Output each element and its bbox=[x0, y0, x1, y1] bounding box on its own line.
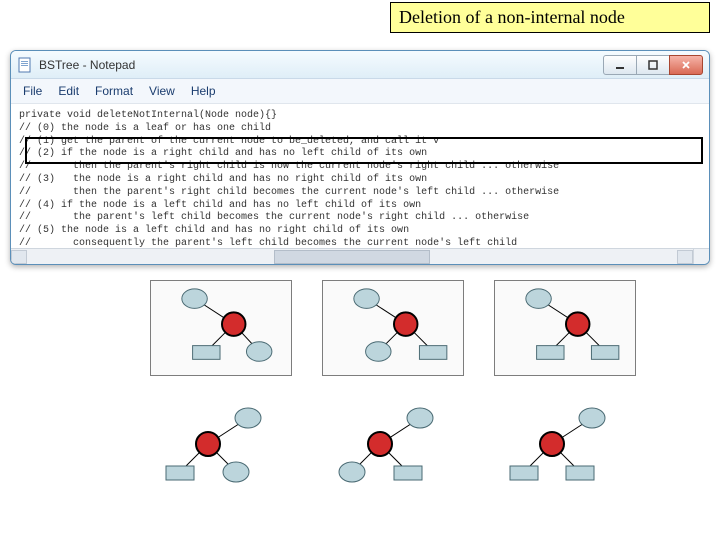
tree-diagram-2 bbox=[322, 280, 464, 376]
close-button[interactable] bbox=[669, 55, 703, 75]
titlebar: BSTree - Notepad bbox=[11, 51, 709, 79]
scrollbar-horizontal[interactable] bbox=[11, 248, 693, 264]
tree-row-1 bbox=[150, 280, 690, 376]
tree-diagram-4 bbox=[150, 400, 292, 496]
menu-file[interactable]: File bbox=[17, 82, 48, 100]
tree-diagram-6 bbox=[494, 400, 636, 496]
editor-text[interactable]: private void deleteNotInternal(Node node… bbox=[11, 104, 709, 264]
scrollbar-corner bbox=[693, 248, 709, 264]
slide-title: Deletion of a non-internal node bbox=[390, 2, 710, 33]
menu-view[interactable]: View bbox=[143, 82, 181, 100]
maximize-button[interactable] bbox=[636, 55, 670, 75]
notepad-icon bbox=[17, 57, 33, 73]
menubar: File Edit Format View Help bbox=[11, 79, 709, 104]
scroll-track[interactable] bbox=[27, 250, 677, 264]
tree-diagram-3 bbox=[494, 280, 636, 376]
notepad-window: BSTree - Notepad File Edit Format View H… bbox=[10, 50, 710, 265]
titlebar-text: BSTree - Notepad bbox=[39, 58, 135, 72]
minimize-button[interactable] bbox=[603, 55, 637, 75]
menu-edit[interactable]: Edit bbox=[52, 82, 85, 100]
tree-diagram-5 bbox=[322, 400, 464, 496]
tree-row-2 bbox=[150, 400, 690, 496]
scroll-left-button[interactable] bbox=[11, 250, 27, 264]
menu-format[interactable]: Format bbox=[89, 82, 139, 100]
editor-body[interactable]: private void deleteNotInternal(Node node… bbox=[11, 104, 709, 264]
scroll-thumb[interactable] bbox=[274, 250, 430, 264]
menu-help[interactable]: Help bbox=[185, 82, 222, 100]
tree-diagram-1 bbox=[150, 280, 292, 376]
scroll-right-button[interactable] bbox=[677, 250, 693, 264]
window-buttons bbox=[604, 55, 703, 75]
